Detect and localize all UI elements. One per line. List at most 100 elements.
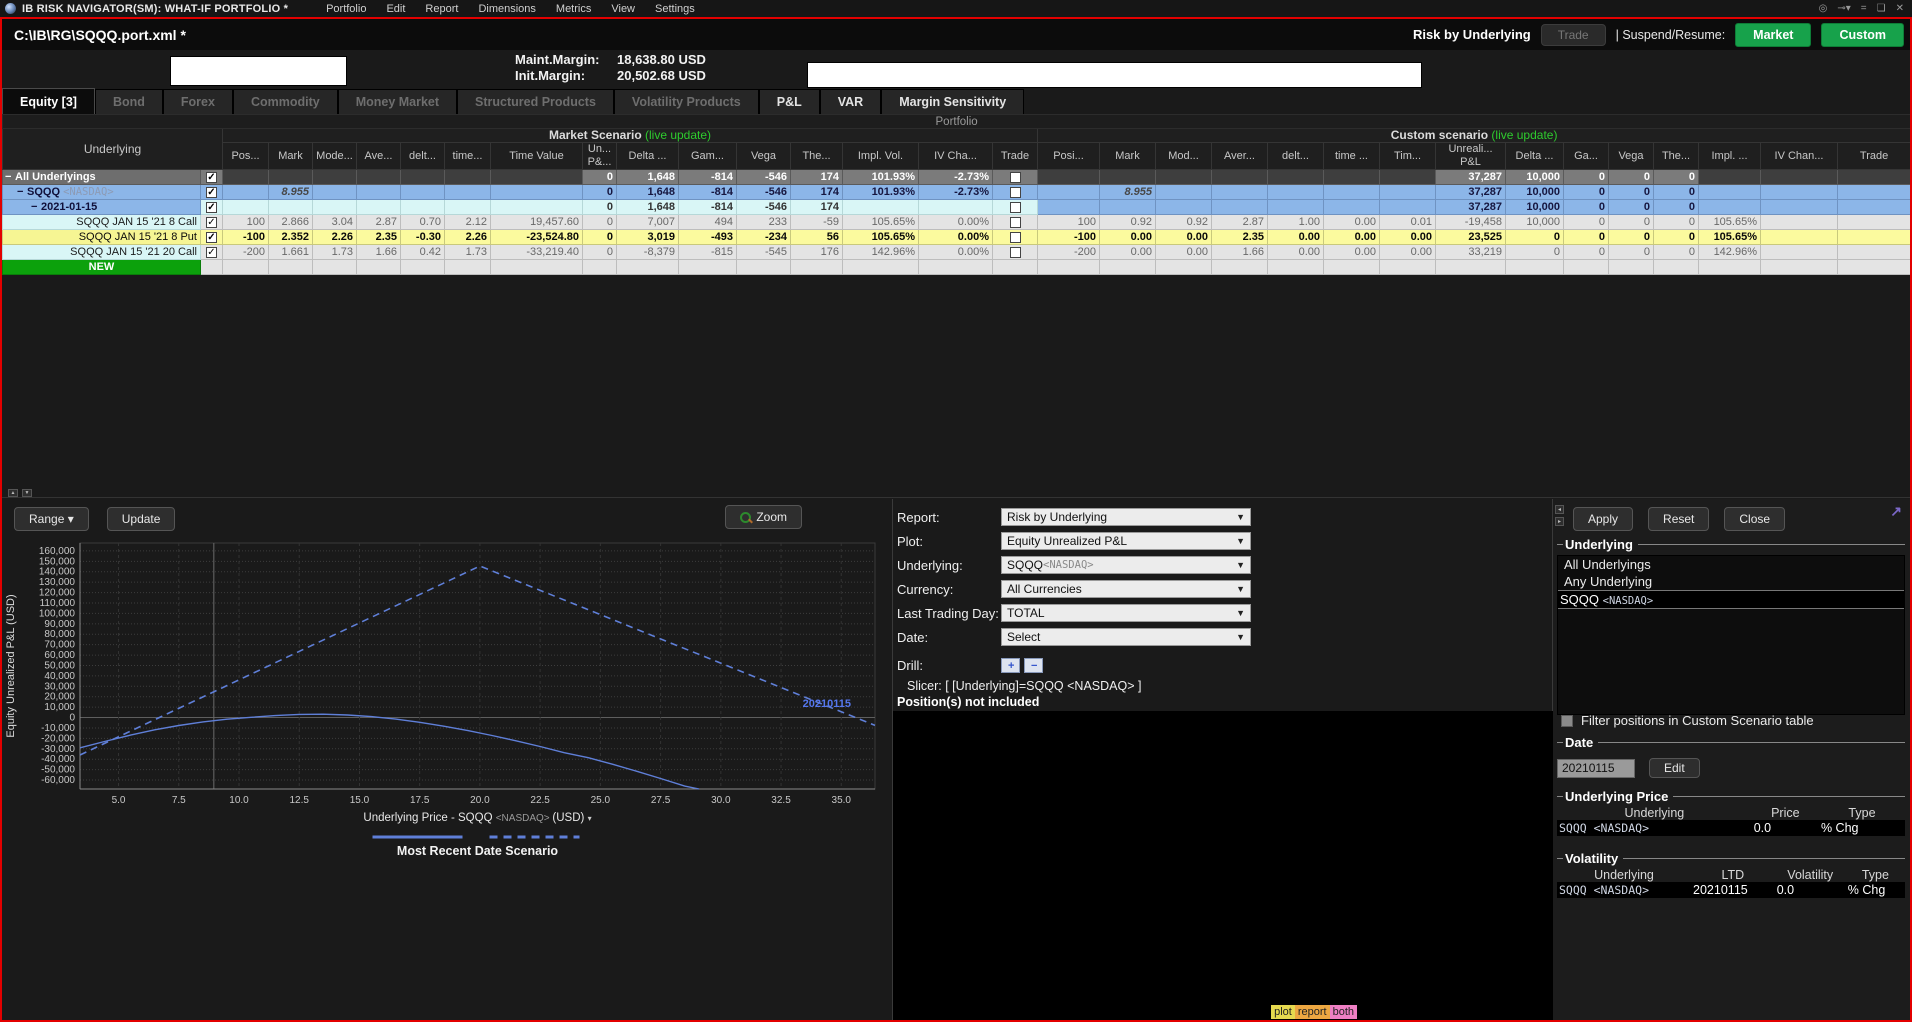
underlying-list-item[interactable]: All Underlyings — [1558, 556, 1904, 573]
panel-collapse-left-icon[interactable]: ◂ — [1555, 505, 1564, 514]
tab-bond[interactable]: Bond — [95, 89, 163, 114]
column-header-mark[interactable]: Mark — [269, 143, 313, 170]
column-header-tim[interactable]: Tim... — [1380, 143, 1436, 170]
tab-commodity[interactable]: Commodity — [233, 89, 338, 114]
column-header-time[interactable]: time... — [445, 143, 491, 170]
drill-in-button[interactable]: + — [1001, 658, 1020, 673]
menu-item-metrics[interactable]: Metrics — [546, 3, 601, 15]
maximize-icon[interactable]: ❏ — [1877, 3, 1886, 14]
column-header-mod[interactable]: Mod... — [1156, 143, 1212, 170]
gear-icon[interactable]: ◎ — [1819, 3, 1828, 14]
column-header-mark[interactable]: Mark — [1100, 143, 1156, 170]
apply-button[interactable]: Apply — [1573, 507, 1633, 531]
row-label[interactable]: NEW — [3, 260, 201, 275]
column-header-the[interactable]: The... — [791, 143, 843, 170]
tab-var[interactable]: VAR — [820, 89, 881, 114]
edit-date-button[interactable]: Edit — [1649, 758, 1700, 778]
column-header-time[interactable]: time ... — [1324, 143, 1380, 170]
column-header-time-value[interactable]: Time Value — [491, 143, 583, 170]
expander-icon[interactable]: − — [17, 186, 27, 198]
row-label[interactable]: SQQQ JAN 15 '21 8 Call — [3, 215, 201, 230]
column-header-trade[interactable]: Trade — [993, 143, 1038, 170]
column-header-pos[interactable]: Pos... — [223, 143, 269, 170]
column-header-impl[interactable]: Impl. ... — [1699, 143, 1761, 170]
close-icon[interactable]: ✕ — [1896, 3, 1904, 14]
splitter-up-icon[interactable]: ▲ — [8, 489, 18, 497]
include-checkbox[interactable]: ✓ — [206, 217, 217, 228]
tab-p-l[interactable]: P&L — [759, 89, 820, 114]
expander-icon[interactable]: − — [5, 171, 15, 183]
update-button[interactable]: Update — [107, 507, 176, 531]
horizontal-splitter[interactable]: ▲ ▼ — [2, 488, 1910, 498]
menu-item-report[interactable]: Report — [415, 3, 468, 15]
mini-table-row[interactable]: SQQQ <NASDAQ>202101150.0% Chg — [1557, 882, 1905, 898]
dropdown-date[interactable]: Select▼ — [1001, 628, 1251, 646]
range-button[interactable]: Range ▾ — [14, 507, 89, 531]
tab-margin-sensitivity[interactable]: Margin Sensitivity — [881, 89, 1024, 114]
filter-positions-checkbox[interactable] — [1561, 715, 1573, 727]
dropdown-plot[interactable]: Equity Unrealized P&L▼ — [1001, 532, 1251, 550]
view-tab-plot[interactable]: plot — [1271, 1005, 1295, 1019]
row-label[interactable]: SQQQ JAN 15 '21 20 Call — [3, 245, 201, 260]
row-label[interactable]: −SQQQ <NASDAQ> — [3, 185, 201, 200]
trade-checkbox[interactable] — [1010, 202, 1021, 213]
row-label[interactable]: −2021-01-15 — [3, 200, 201, 215]
column-header-delta[interactable]: Delta ... — [617, 143, 679, 170]
menu-item-portfolio[interactable]: Portfolio — [316, 3, 376, 15]
view-tab-report[interactable]: report — [1295, 1005, 1330, 1019]
row-label[interactable]: −All Underlyings — [3, 170, 201, 185]
trade-checkbox[interactable] — [1010, 172, 1021, 183]
column-header-the[interactable]: The... — [1654, 143, 1699, 170]
menu-item-edit[interactable]: Edit — [376, 3, 415, 15]
underlying-list-item[interactable]: Any Underlying — [1558, 573, 1904, 590]
column-header-mode[interactable]: Mode... — [313, 143, 357, 170]
column-header-aver[interactable]: Aver... — [1212, 143, 1268, 170]
column-header-delta[interactable]: Delta ... — [1506, 143, 1564, 170]
drill-out-button[interactable]: − — [1024, 658, 1043, 673]
mini-table-row[interactable]: SQQQ <NASDAQ>0.0% Chg — [1557, 820, 1905, 836]
trade-checkbox[interactable] — [1010, 232, 1021, 243]
include-checkbox[interactable]: ✓ — [206, 232, 217, 243]
column-header-vega[interactable]: Vega — [1609, 143, 1654, 170]
reset-button[interactable]: Reset — [1648, 507, 1709, 531]
column-header-posi[interactable]: Posi... — [1038, 143, 1100, 170]
zoom-button[interactable]: Zoom — [725, 505, 802, 529]
column-header-iv-cha[interactable]: IV Cha... — [919, 143, 993, 170]
close-button[interactable]: Close — [1724, 507, 1785, 531]
date-input[interactable] — [1557, 759, 1635, 778]
menu-item-view[interactable]: View — [601, 3, 645, 15]
expand-panel-icon[interactable]: ↗ — [1890, 503, 1902, 520]
column-header-iv-chan[interactable]: IV Chan... — [1761, 143, 1838, 170]
dropdown-currency[interactable]: All Currencies▼ — [1001, 580, 1251, 598]
column-header-delt[interactable]: delt... — [401, 143, 445, 170]
dropdown-last-trading-day[interactable]: TOTAL▼ — [1001, 604, 1251, 622]
include-checkbox[interactable]: ✓ — [206, 172, 217, 183]
trade-button[interactable]: Trade — [1541, 24, 1606, 46]
tab-money-market[interactable]: Money Market — [338, 89, 457, 114]
trade-checkbox[interactable] — [1010, 187, 1021, 198]
trade-checkbox[interactable] — [1010, 217, 1021, 228]
column-header-unreali-p-l[interactable]: Unreali... P&L — [1436, 143, 1506, 170]
column-header-delt[interactable]: delt... — [1268, 143, 1324, 170]
include-checkbox[interactable]: ✓ — [206, 187, 217, 198]
row-label[interactable]: SQQQ JAN 15 '21 8 Put — [3, 230, 201, 245]
tab-forex[interactable]: Forex — [163, 89, 233, 114]
expander-icon[interactable]: − — [31, 201, 41, 213]
view-tab-both[interactable]: both — [1330, 1005, 1357, 1019]
menu-item-dimensions[interactable]: Dimensions — [468, 3, 545, 15]
column-header-ave[interactable]: Ave... — [357, 143, 401, 170]
dropdown-underlying[interactable]: SQQQ <NASDAQ>▼ — [1001, 556, 1251, 574]
pin-icon[interactable]: ⊸▾ — [1837, 3, 1850, 14]
custom-button[interactable]: Custom — [1821, 23, 1904, 47]
dropdown-report[interactable]: Risk by Underlying▼ — [1001, 508, 1251, 526]
menu-item-settings[interactable]: Settings — [645, 3, 705, 15]
market-button[interactable]: Market — [1735, 23, 1811, 47]
minimize-icon[interactable]: = — [1861, 3, 1867, 14]
column-header-impl-vol[interactable]: Impl. Vol. — [843, 143, 919, 170]
tab-structured-products[interactable]: Structured Products — [457, 89, 614, 114]
include-checkbox[interactable]: ✓ — [206, 202, 217, 213]
trade-checkbox[interactable] — [1010, 247, 1021, 258]
underlying-list-item[interactable]: SQQQ <NASDAQ> — [1558, 590, 1904, 609]
tab-equity-3[interactable]: Equity [3] — [2, 88, 95, 114]
include-checkbox[interactable]: ✓ — [206, 247, 217, 258]
